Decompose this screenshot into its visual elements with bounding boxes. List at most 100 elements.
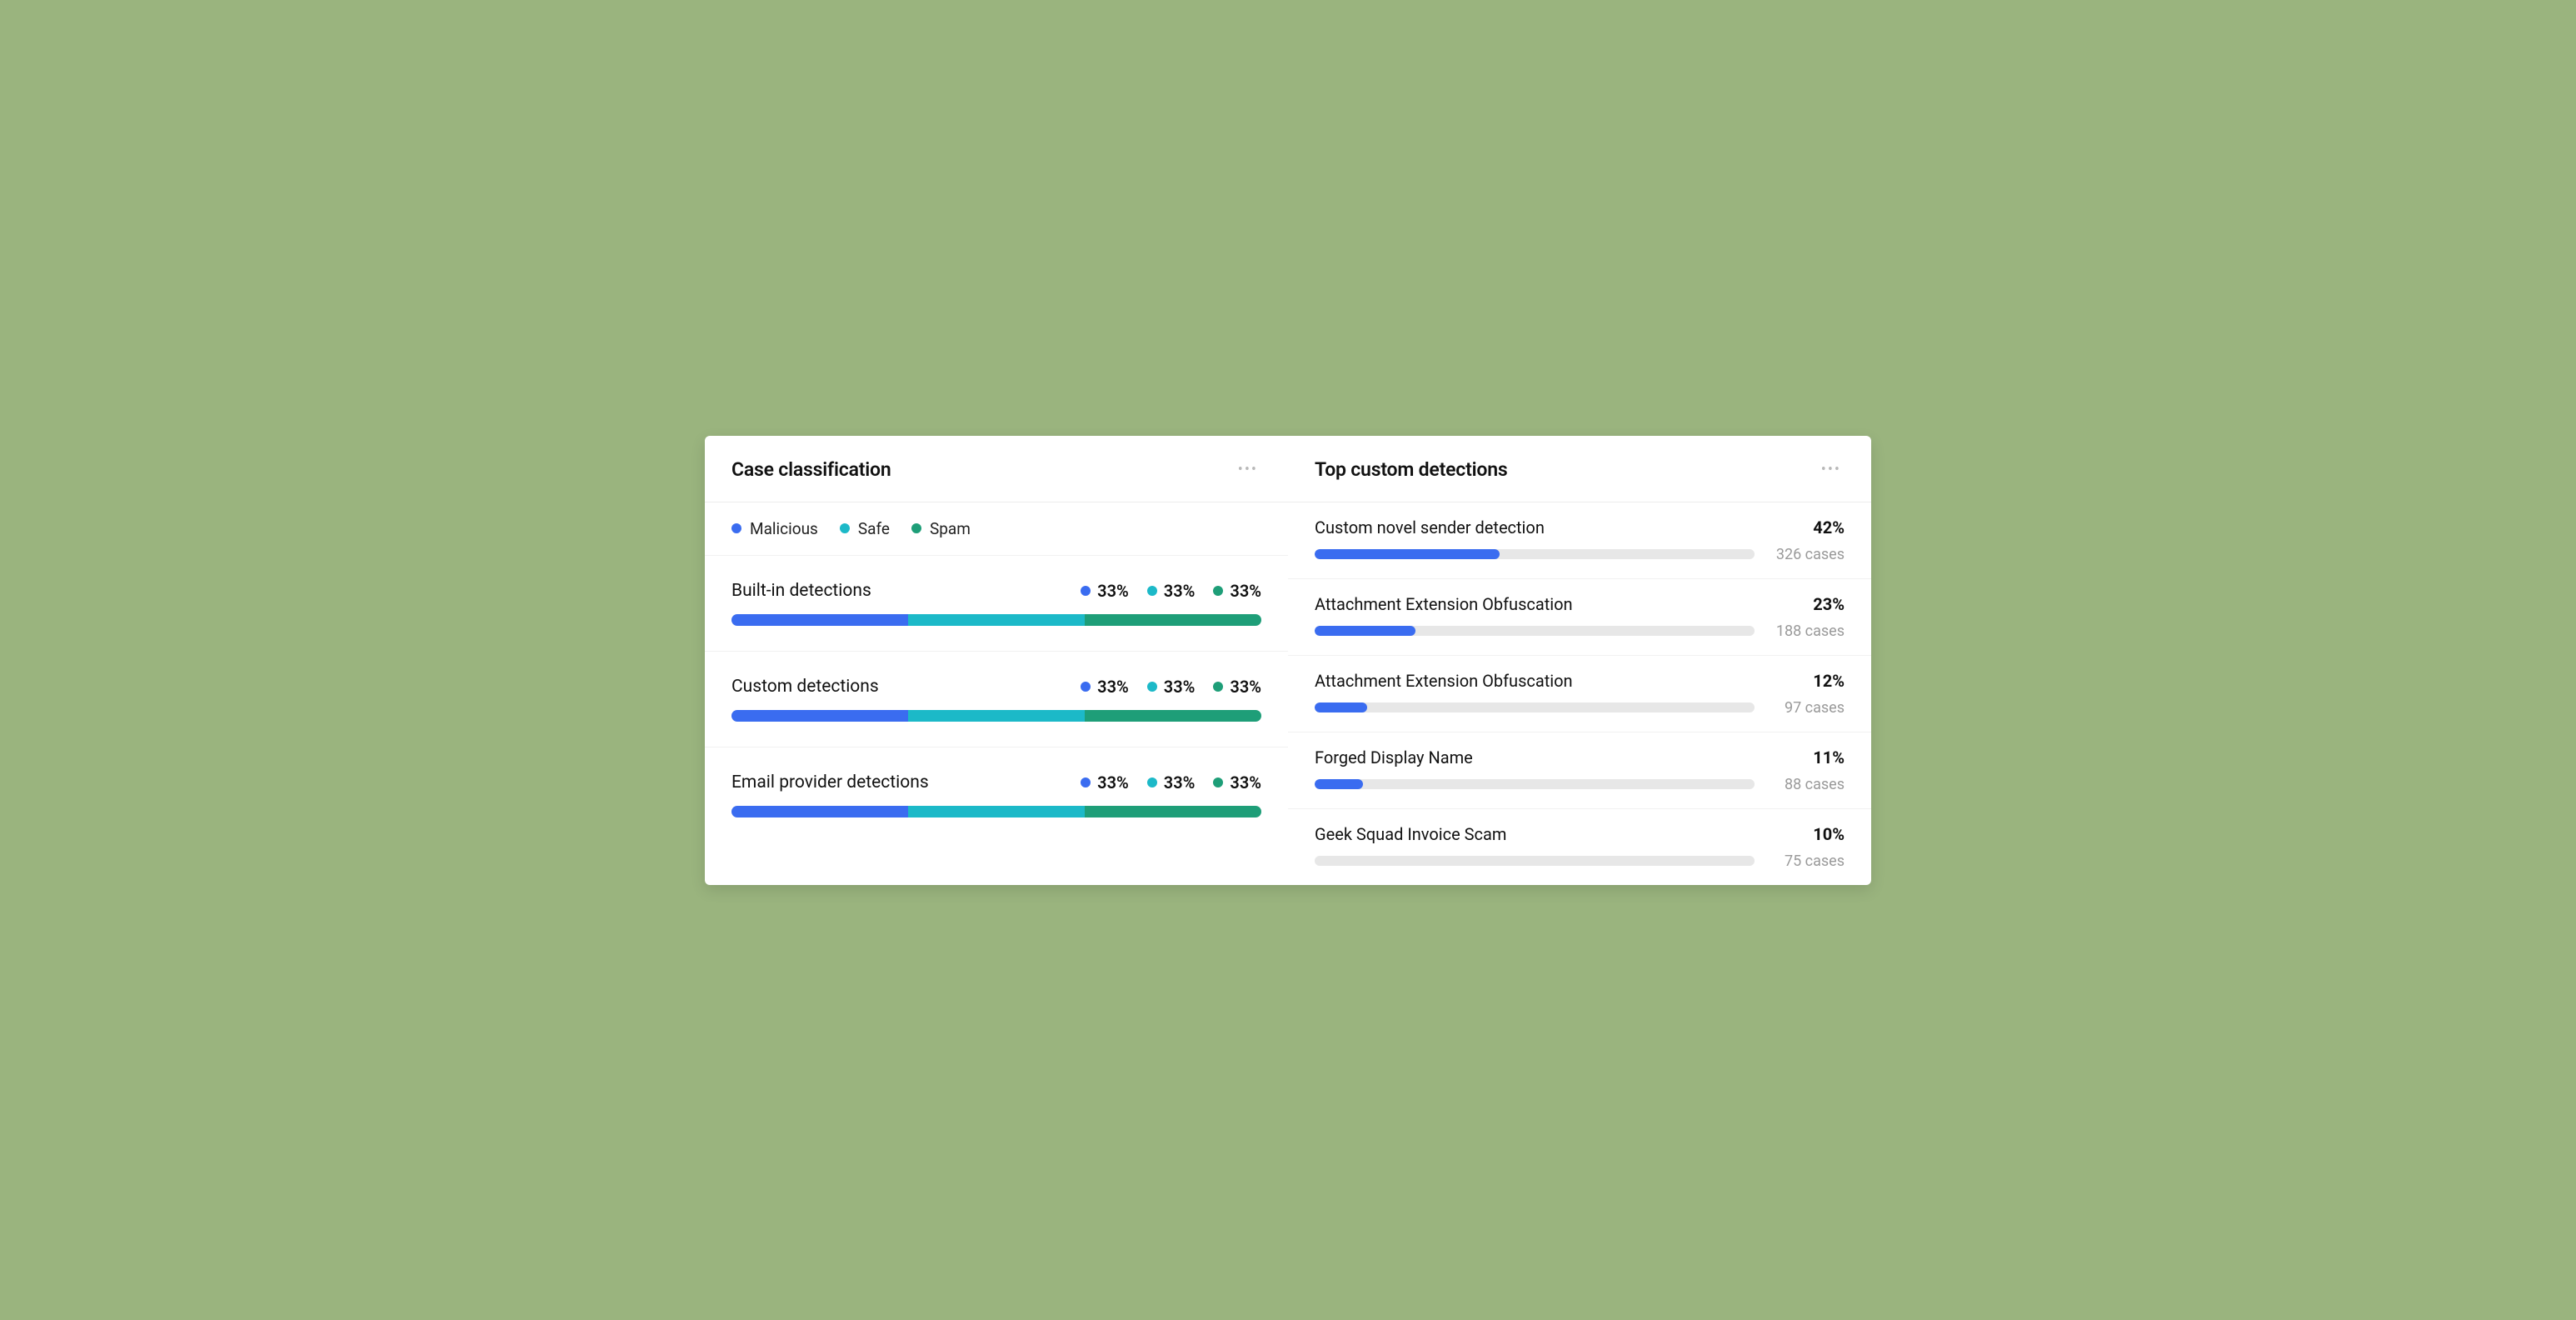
case-count: 97 cases: [1770, 699, 1845, 717]
detection-name: Forged Display Name: [1315, 748, 1473, 768]
dot-icon: [840, 523, 850, 533]
value-text: 33%: [1097, 677, 1129, 697]
bar-track: [1315, 702, 1755, 712]
panel-header: Case classification •••: [705, 436, 1288, 502]
value-malicious: 33%: [1081, 581, 1129, 601]
dot-icon: [1081, 682, 1091, 692]
value-text: 33%: [1164, 581, 1196, 601]
row-header: Forged Display Name 11%: [1315, 748, 1845, 768]
dot-icon: [1147, 682, 1157, 692]
bar-track: [1315, 856, 1755, 866]
dot-icon: [1213, 682, 1223, 692]
panel-title: Case classification: [731, 458, 891, 481]
bar-with-count: 326 cases: [1315, 546, 1845, 563]
detection-row: Forged Display Name 11% 88 cases: [1288, 732, 1871, 809]
bar-segment-safe: [908, 710, 1085, 722]
top-custom-detections-panel: Top custom detections ••• Custom novel s…: [1288, 436, 1871, 885]
panel-title: Top custom detections: [1315, 458, 1507, 481]
row-header: Custom detections 33% 33% 33%: [731, 677, 1261, 697]
bar-segment-spam: [1085, 806, 1261, 818]
panel-header: Top custom detections •••: [1288, 436, 1871, 502]
stacked-bar: [731, 614, 1261, 626]
value-text: 33%: [1097, 581, 1129, 601]
row-header: Geek Squad Invoice Scam 10%: [1315, 824, 1845, 844]
value-text: 33%: [1164, 677, 1196, 697]
legend-label: Malicious: [750, 519, 818, 538]
classification-rows: Built-in detections 33% 33% 33% Custom d…: [705, 556, 1288, 842]
value-spam: 33%: [1213, 677, 1261, 697]
bar-segment-malicious: [731, 710, 908, 722]
legend-label: Safe: [858, 519, 890, 538]
classification-row: Email provider detections 33% 33% 33%: [705, 748, 1288, 842]
dot-icon: [1213, 778, 1223, 788]
detection-percent: 12%: [1813, 671, 1845, 691]
value-spam: 33%: [1213, 772, 1261, 792]
legend-label: Spam: [930, 519, 971, 538]
bar-with-count: 188 cases: [1315, 622, 1845, 640]
detection-rows: Custom novel sender detection 42% 326 ca…: [1288, 502, 1871, 885]
row-header: Custom novel sender detection 42%: [1315, 518, 1845, 538]
more-icon[interactable]: •••: [1235, 458, 1261, 482]
value-text: 33%: [1230, 677, 1261, 697]
bar-track: [1315, 549, 1755, 559]
legend-item-malicious: Malicious: [731, 519, 818, 538]
row-label: Built-in detections: [731, 581, 871, 601]
dashboard-card: Case classification ••• Malicious Safe S…: [705, 436, 1871, 885]
dot-icon: [1147, 778, 1157, 788]
row-values: 33% 33% 33%: [1081, 772, 1261, 792]
legend: Malicious Safe Spam: [705, 502, 1288, 556]
case-count: 326 cases: [1770, 546, 1845, 563]
value-safe: 33%: [1147, 677, 1196, 697]
case-count: 188 cases: [1770, 622, 1845, 640]
bar-fill: [1315, 702, 1367, 712]
detection-percent: 23%: [1813, 594, 1845, 614]
row-label: Email provider detections: [731, 772, 929, 792]
case-count: 88 cases: [1770, 776, 1845, 793]
dot-icon: [911, 523, 921, 533]
legend-item-spam: Spam: [911, 519, 971, 538]
row-header: Attachment Extension Obfuscation 23%: [1315, 594, 1845, 614]
classification-row: Custom detections 33% 33% 33%: [705, 652, 1288, 748]
bar-segment-malicious: [731, 614, 908, 626]
value-safe: 33%: [1147, 581, 1196, 601]
detection-name: Geek Squad Invoice Scam: [1315, 824, 1506, 844]
bar-segment-safe: [908, 806, 1085, 818]
row-values: 33% 33% 33%: [1081, 677, 1261, 697]
bar-fill: [1315, 549, 1500, 559]
bar-segment-spam: [1085, 614, 1261, 626]
value-text: 33%: [1097, 772, 1129, 792]
value-text: 33%: [1230, 772, 1261, 792]
more-icon[interactable]: •••: [1818, 458, 1845, 482]
legend-item-safe: Safe: [840, 519, 890, 538]
detection-name: Attachment Extension Obfuscation: [1315, 671, 1573, 691]
stacked-bar: [731, 806, 1261, 818]
value-text: 33%: [1164, 772, 1196, 792]
detection-name: Attachment Extension Obfuscation: [1315, 594, 1573, 614]
detection-row: Custom novel sender detection 42% 326 ca…: [1288, 502, 1871, 579]
bar-with-count: 88 cases: [1315, 776, 1845, 793]
bar-with-count: 75 cases: [1315, 852, 1845, 870]
value-malicious: 33%: [1081, 677, 1129, 697]
detection-row: Attachment Extension Obfuscation 23% 188…: [1288, 579, 1871, 656]
value-malicious: 33%: [1081, 772, 1129, 792]
detection-row: Attachment Extension Obfuscation 12% 97 …: [1288, 656, 1871, 732]
bar-track: [1315, 779, 1755, 789]
detection-row: Geek Squad Invoice Scam 10% 75 cases: [1288, 809, 1871, 885]
detection-percent: 11%: [1813, 748, 1845, 768]
row-values: 33% 33% 33%: [1081, 581, 1261, 601]
row-header: Attachment Extension Obfuscation 12%: [1315, 671, 1845, 691]
bar-with-count: 97 cases: [1315, 699, 1845, 717]
value-text: 33%: [1230, 581, 1261, 601]
value-spam: 33%: [1213, 581, 1261, 601]
row-header: Built-in detections 33% 33% 33%: [731, 581, 1261, 601]
dot-icon: [1213, 586, 1223, 596]
stacked-bar: [731, 710, 1261, 722]
bar-fill: [1315, 626, 1415, 636]
dot-icon: [1081, 586, 1091, 596]
case-count: 75 cases: [1770, 852, 1845, 870]
row-label: Custom detections: [731, 677, 879, 697]
detection-percent: 42%: [1813, 518, 1845, 538]
bar-fill: [1315, 779, 1363, 789]
bar-segment-malicious: [731, 806, 908, 818]
bar-segment-spam: [1085, 710, 1261, 722]
